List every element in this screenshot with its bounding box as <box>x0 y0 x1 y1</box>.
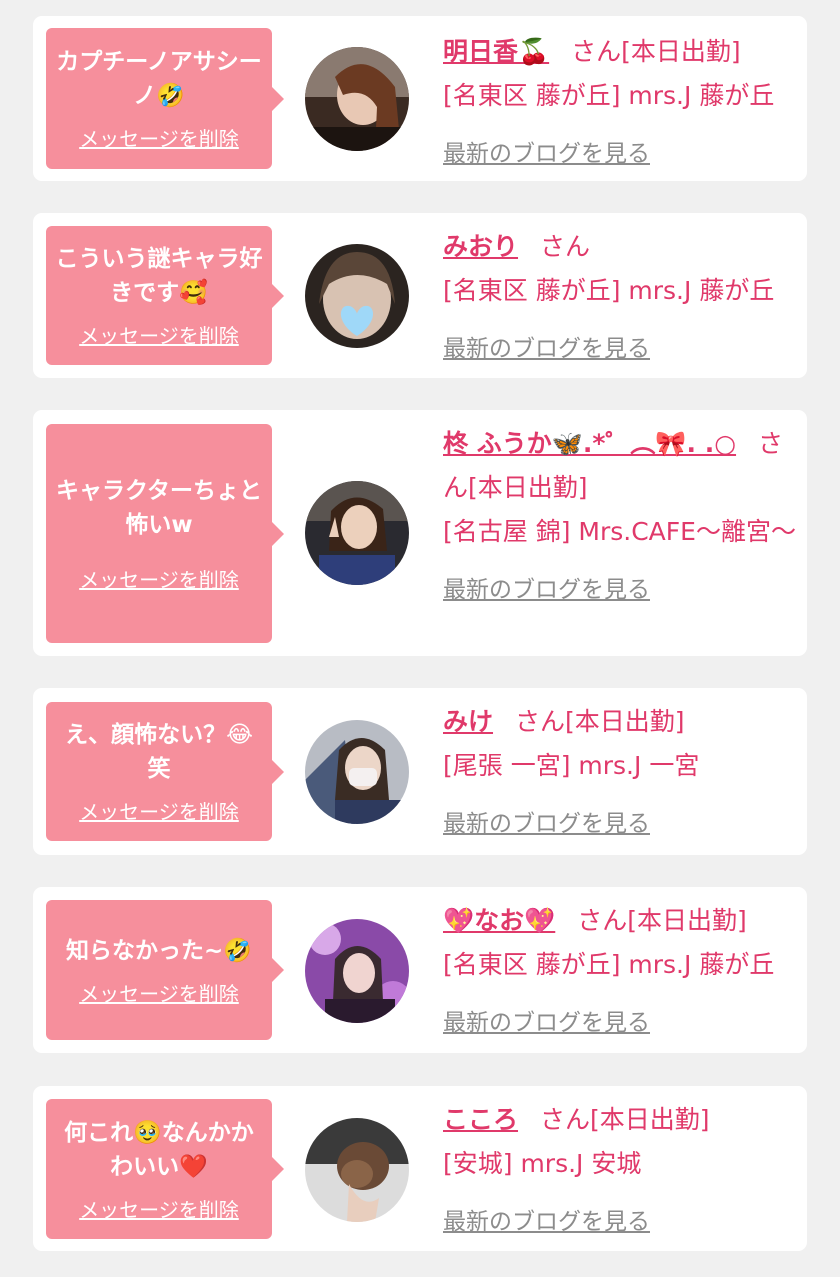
avatar[interactable] <box>305 47 409 151</box>
honorific: さん <box>571 37 622 66</box>
avatar-photo-icon <box>305 1118 409 1222</box>
cast-location: [名東区 藤が丘] mrs.J 藤が丘 <box>443 950 775 979</box>
avatar-photo-icon <box>305 244 409 348</box>
message-text: キャラクターちょと怖いw <box>55 478 263 538</box>
latest-blog-link[interactable]: 最新のブログを見る <box>443 134 650 168</box>
cast-info: みけ さん[本日出勤] [尾張 一宮] mrs.J 一宮 最新のブログを見る <box>443 700 799 838</box>
message-card: 何これ🥹なんかかわいい❤️ メッセージを削除 こころ さん[本日出勤] [安城] … <box>33 1086 807 1251</box>
message-card: キャラクターちょと怖いw メッセージを削除 柊 ふうか🦋.*゜︵🎀. .○ さん[… <box>33 410 807 656</box>
message-bubble: え、顔怖ない？😂笑 メッセージを削除 <box>46 702 284 841</box>
message-card: こういう謎キャラ好きです🥰 メッセージを削除 みおり さん [名東区 藤が丘] m… <box>33 213 807 378</box>
status-badge: [本日出勤] <box>468 473 588 502</box>
message-card: え、顔怖ない？😂笑 メッセージを削除 みけ さん[本日出勤] [尾張 一宮] mr… <box>33 688 807 855</box>
cast-name-link[interactable]: みけ <box>443 707 493 736</box>
latest-blog-link[interactable]: 最新のブログを見る <box>443 1202 650 1236</box>
message-card: 知らなかった~🤣 メッセージを削除 💖なお💖 さん[本日出勤] [名東区 藤が丘]… <box>33 887 807 1053</box>
cast-name-link[interactable]: 柊 ふうか🦋.*゜︵🎀. .○ <box>443 429 736 458</box>
delete-message-link[interactable]: メッセージを削除 <box>79 978 239 1007</box>
cast-location: [尾張 一宮] mrs.J 一宮 <box>443 751 700 780</box>
cast-name-link[interactable]: こころ <box>443 1105 518 1134</box>
honorific: さん <box>540 1105 591 1134</box>
honorific: さん <box>515 707 566 736</box>
cast-info: みおり さん [名東区 藤が丘] mrs.J 藤が丘 最新のブログを見る <box>443 225 799 363</box>
latest-blog-link[interactable]: 最新のブログを見る <box>443 1003 650 1037</box>
avatar[interactable] <box>305 244 409 348</box>
message-card: カプチーノアサシーノ🤣 メッセージを削除 明日香🍒 さん[本日出勤] [名東区 藤… <box>33 16 807 181</box>
delete-message-link[interactable]: メッセージを削除 <box>79 564 239 593</box>
cast-info: 柊 ふうか🦋.*゜︵🎀. .○ さん[本日出勤] [名古屋 錦] Mrs.CAFE… <box>443 422 799 604</box>
cast-info: 明日香🍒 さん[本日出勤] [名東区 藤が丘] mrs.J 藤が丘 最新のブログを… <box>443 30 799 168</box>
cast-name-link[interactable]: みおり <box>443 232 518 261</box>
message-bubble: 何これ🥹なんかかわいい❤️ メッセージを削除 <box>46 1099 284 1239</box>
avatar-photo-icon <box>305 919 409 1023</box>
cast-name-link[interactable]: 💖なお💖 <box>443 906 555 935</box>
message-text: こういう謎キャラ好きです🥰 <box>55 246 263 306</box>
cast-header: 💖なお💖 さん[本日出勤] <box>443 899 799 943</box>
status-badge: [本日出勤] <box>627 906 747 935</box>
cast-header: こころ さん[本日出勤] <box>443 1098 799 1142</box>
delete-message-link[interactable]: メッセージを削除 <box>79 123 239 152</box>
delete-message-link[interactable]: メッセージを削除 <box>79 1194 239 1223</box>
avatar[interactable] <box>305 1118 409 1222</box>
honorific: さん <box>540 232 591 261</box>
status-badge: [本日出勤] <box>590 1105 710 1134</box>
message-bubble: こういう謎キャラ好きです🥰 メッセージを削除 <box>46 226 284 365</box>
avatar[interactable] <box>305 919 409 1023</box>
message-bubble: キャラクターちょと怖いw メッセージを削除 <box>46 424 284 643</box>
avatar[interactable] <box>305 720 409 824</box>
cast-location: [名東区 藤が丘] mrs.J 藤が丘 <box>443 276 775 305</box>
message-bubble: カプチーノアサシーノ🤣 メッセージを削除 <box>46 28 284 169</box>
latest-blog-link[interactable]: 最新のブログを見る <box>443 804 650 838</box>
cast-location: [安城] mrs.J 安城 <box>443 1149 642 1178</box>
message-text: 何これ🥹なんかかわいい❤️ <box>64 1119 254 1180</box>
cast-info: こころ さん[本日出勤] [安城] mrs.J 安城 最新のブログを見る <box>443 1098 799 1236</box>
message-text: 知らなかった~🤣 <box>66 937 252 964</box>
avatar[interactable] <box>305 481 409 585</box>
delete-message-link[interactable]: メッセージを削除 <box>79 796 239 825</box>
cast-info: 💖なお💖 さん[本日出勤] [名東区 藤が丘] mrs.J 藤が丘 最新のブログを… <box>443 899 799 1037</box>
cast-header: みおり さん <box>443 225 799 269</box>
cast-header: みけ さん[本日出勤] <box>443 700 799 744</box>
status-badge: [本日出勤] <box>565 707 685 736</box>
avatar-photo-icon <box>305 47 409 151</box>
status-badge: [本日出勤] <box>621 37 741 66</box>
avatar-photo-icon <box>305 481 409 585</box>
honorific: さん <box>577 906 628 935</box>
cast-location: [名東区 藤が丘] mrs.J 藤が丘 <box>443 81 775 110</box>
message-text: カプチーノアサシーノ🤣 <box>56 49 262 109</box>
message-text: え、顔怖ない？😂笑 <box>65 722 253 782</box>
avatar-photo-icon <box>305 720 409 824</box>
cast-header: 柊 ふうか🦋.*゜︵🎀. .○ さん[本日出勤] <box>443 422 799 510</box>
cast-location: [名古屋 錦] Mrs.CAFE〜離宮〜 <box>443 517 796 546</box>
latest-blog-link[interactable]: 最新のブログを見る <box>443 329 650 363</box>
cast-header: 明日香🍒 さん[本日出勤] <box>443 30 799 74</box>
message-bubble: 知らなかった~🤣 メッセージを削除 <box>46 900 284 1040</box>
latest-blog-link[interactable]: 最新のブログを見る <box>443 570 650 604</box>
cast-name-link[interactable]: 明日香🍒 <box>443 37 549 66</box>
delete-message-link[interactable]: メッセージを削除 <box>79 320 239 349</box>
